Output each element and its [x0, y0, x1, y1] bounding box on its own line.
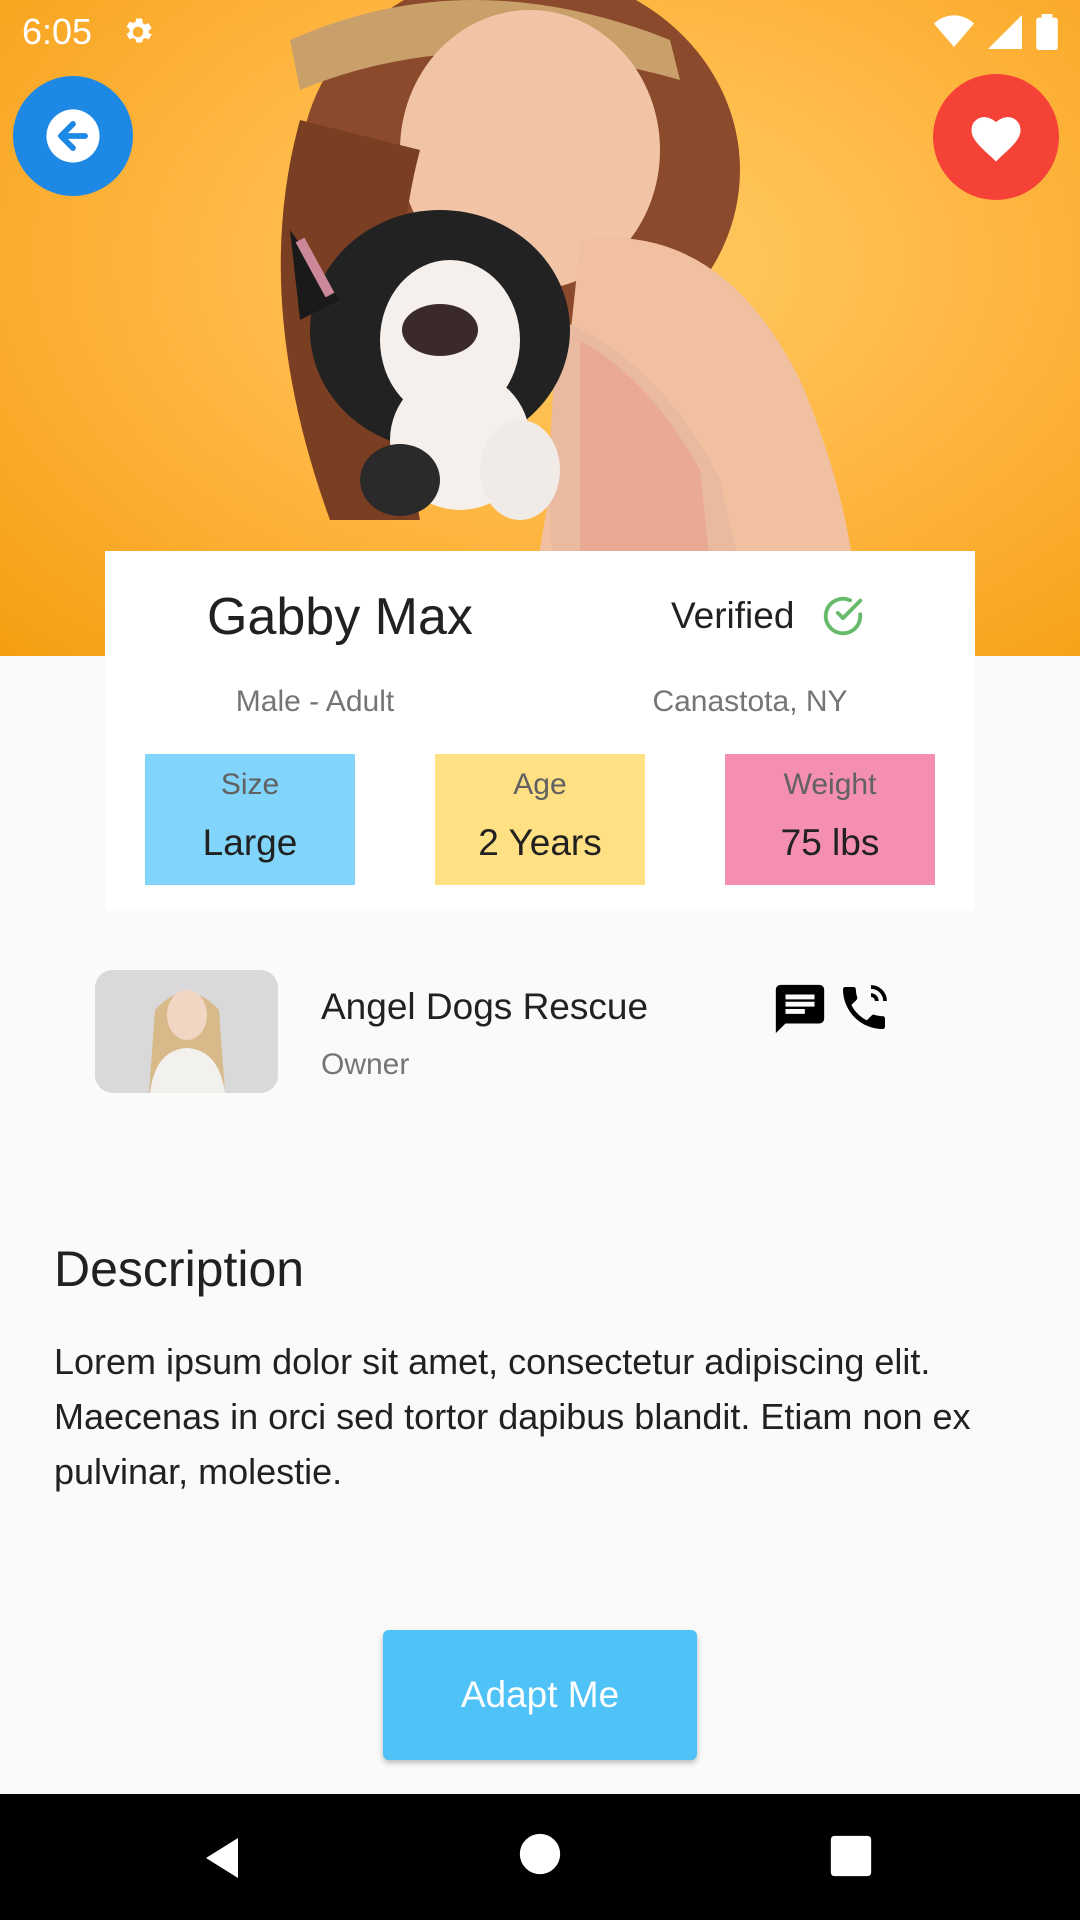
stat-value: Large: [202, 822, 298, 863]
owner-role: Owner: [321, 1048, 410, 1081]
stat-age: Age 2 Years: [435, 754, 645, 885]
description-body: Lorem ipsum dolor sit amet, consectetur …: [54, 1341, 971, 1492]
signal-icon: [988, 15, 1022, 49]
stat-label: Size: [220, 768, 280, 801]
owner-photo: [95, 970, 278, 1093]
heart-icon: [971, 117, 1021, 162]
nav-home-icon[interactable]: [518, 1832, 562, 1876]
pet-info-card: Gabby Max Verified Male - Adult Canastot…: [105, 551, 975, 911]
call-button[interactable]: [836, 980, 892, 1036]
owner-avatar: [95, 970, 278, 1093]
adopt-button[interactable]: Adapt Me: [383, 1630, 697, 1760]
battery-icon: [1036, 14, 1058, 50]
owner-name: Angel Dogs Rescue: [321, 986, 649, 1027]
stat-weight: Weight 75 lbs: [725, 754, 935, 885]
nav-back-icon[interactable]: [198, 1834, 246, 1882]
stat-value: 2 Years: [478, 822, 602, 863]
pet-gender-age: Male - Adult: [235, 685, 395, 718]
settings-icon: [126, 18, 152, 43]
stat-label: Age: [513, 768, 567, 801]
phone-icon: [843, 985, 887, 1029]
nav-recents-icon[interactable]: [829, 1834, 873, 1878]
verified-badge: Verified: [671, 593, 866, 639]
wifi-icon: [934, 15, 974, 47]
stat-size: Size Large: [145, 754, 355, 885]
status-bar: 6:05: [0, 0, 1080, 64]
back-button[interactable]: [13, 76, 133, 196]
favorite-button[interactable]: [933, 74, 1059, 200]
verified-label: Verified: [671, 595, 795, 636]
description-title: Description: [54, 1241, 305, 1297]
pet-location: Canastota, NY: [652, 685, 848, 718]
arrow-left-icon: [46, 109, 100, 163]
check-circle-icon: [824, 596, 863, 636]
status-time: 6:05: [22, 11, 93, 52]
pet-name: Gabby Max: [207, 588, 473, 646]
message-button[interactable]: [771, 980, 829, 1038]
stat-label: Weight: [783, 768, 877, 801]
message-icon: [775, 984, 825, 1034]
stat-value: 75 lbs: [780, 822, 880, 863]
system-nav-bar: [0, 1794, 1080, 1920]
